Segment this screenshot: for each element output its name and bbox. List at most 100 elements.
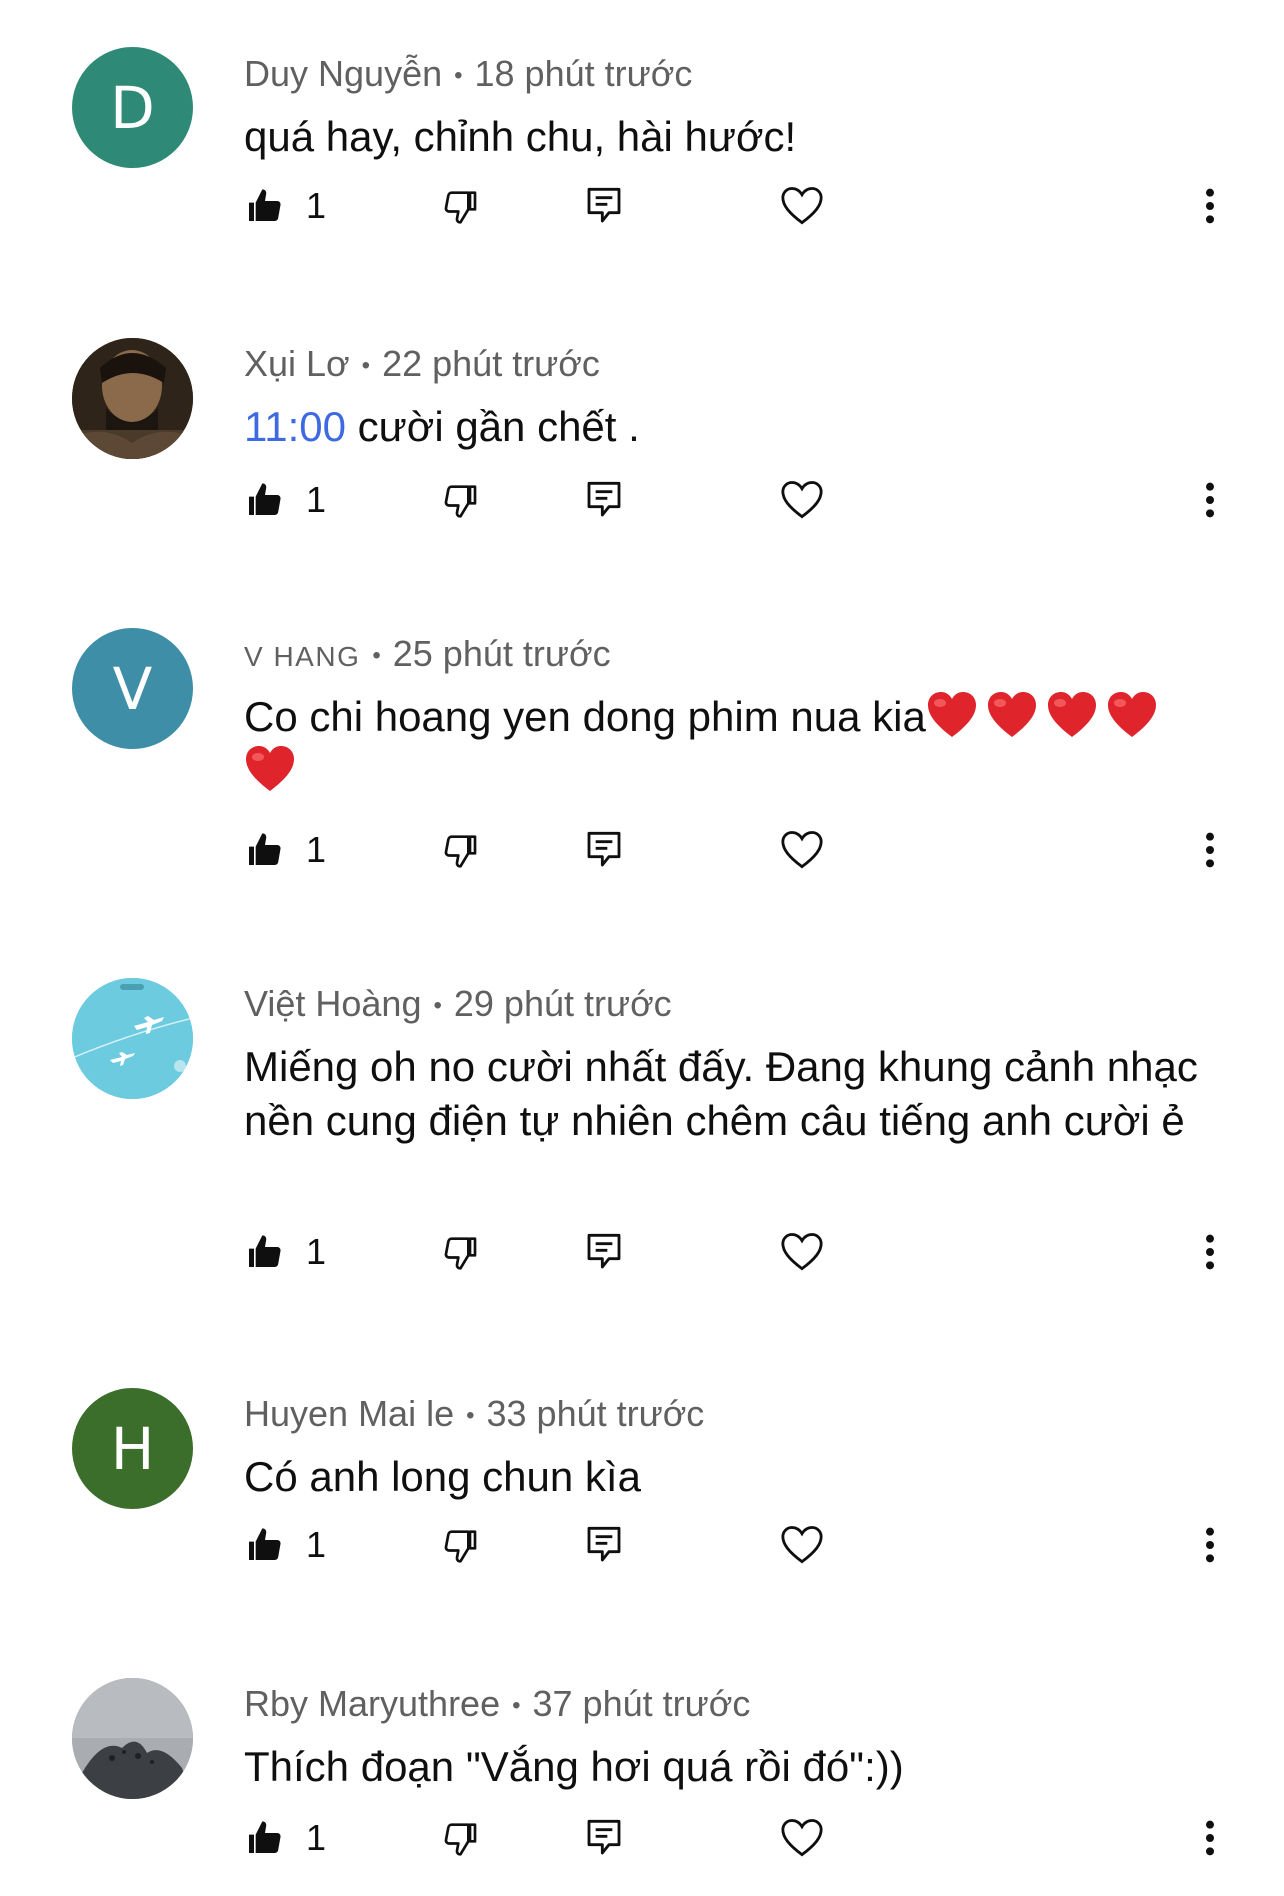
comment-text: Miếng oh no cười nhất đấy. Đang khung cả…: [244, 1043, 1198, 1144]
author-name[interactable]: Duy Nguyễn: [244, 53, 442, 94]
comment-body: Việt Hoàng • 29 phút trước Miếng oh no cườ…: [244, 982, 1204, 1148]
reply-icon: [587, 481, 621, 517]
comment: Xụi Lơ • 22 phút trước 11:00 cười gần chết…: [0, 290, 1284, 580]
separator-dot: •: [361, 352, 371, 379]
comment-actions: 1: [244, 176, 1234, 236]
dislike-button[interactable]: [440, 1808, 480, 1868]
avatar[interactable]: V: [72, 628, 193, 749]
dislike-button[interactable]: [440, 470, 480, 530]
like-button[interactable]: 1: [244, 470, 326, 530]
red-heart-emoji-icon: [987, 692, 1036, 737]
reply-button[interactable]: [584, 820, 624, 880]
dislike-button[interactable]: [440, 176, 480, 236]
avatar-image: [72, 978, 193, 1099]
avatar[interactable]: D: [72, 47, 193, 168]
reply-button[interactable]: [584, 1222, 624, 1282]
avatar[interactable]: [72, 338, 193, 459]
more-options-button[interactable]: [1204, 1222, 1216, 1282]
heart-button[interactable]: [780, 820, 824, 880]
more-options-button[interactable]: [1204, 176, 1216, 236]
reply-icon: [587, 1819, 621, 1855]
reply-icon: [587, 1526, 621, 1562]
comment-time[interactable]: 22 phút trước: [382, 343, 600, 384]
avatar-letter: D: [110, 73, 155, 142]
comment: H Huyen Mai le • 33 phút trước Có anh long…: [0, 1340, 1284, 1630]
like-button[interactable]: 1: [244, 1515, 326, 1575]
dislike-button[interactable]: [440, 820, 480, 880]
reply-icon: [587, 1233, 621, 1269]
author-name[interactable]: Việt Hoàng: [244, 983, 421, 1024]
dislike-button[interactable]: [440, 1515, 480, 1575]
more-options-icon: [1206, 188, 1214, 224]
comment-actions: 1: [244, 1515, 1234, 1575]
like-count: 1: [306, 829, 327, 870]
more-options-button[interactable]: [1204, 1808, 1216, 1868]
more-options-button[interactable]: [1204, 470, 1216, 530]
like-icon: [249, 833, 281, 865]
more-options-button[interactable]: [1204, 820, 1216, 880]
like-icon: [249, 1528, 281, 1560]
heart-icon: [781, 1233, 823, 1271]
like-icon: [249, 483, 281, 515]
heart-button[interactable]: [780, 1222, 824, 1282]
heart-button[interactable]: [780, 470, 824, 530]
comment-body: Huyen Mai le • 33 phút trước Có anh long c…: [244, 1392, 1204, 1504]
comment-time[interactable]: 29 phút trước: [454, 983, 672, 1024]
comment-time[interactable]: 33 phút trước: [487, 1393, 705, 1434]
separator-dot: •: [512, 1692, 521, 1719]
comment-text: Có anh long chun kìa: [244, 1453, 641, 1500]
like-button[interactable]: 1: [244, 820, 326, 880]
heart-button[interactable]: [780, 1515, 824, 1575]
reply-button[interactable]: [584, 1515, 624, 1575]
comment-actions: 1: [244, 820, 1234, 880]
heart-icon: [781, 481, 823, 519]
dislike-icon: [444, 1823, 477, 1856]
like-count: 1: [306, 1524, 327, 1565]
dislike-button[interactable]: [440, 1222, 480, 1282]
comment-time[interactable]: 37 phút trước: [533, 1683, 751, 1724]
avatar-image: [72, 1678, 193, 1799]
timestamp-link[interactable]: 11:00: [244, 403, 346, 450]
like-button[interactable]: 1: [244, 176, 326, 236]
reply-button[interactable]: [584, 470, 624, 530]
dislike-icon: [444, 191, 477, 224]
reply-button[interactable]: [584, 176, 624, 236]
author-name[interactable]: Xụi Lơ: [244, 343, 350, 384]
more-options-icon: [1206, 482, 1214, 518]
separator-dot: •: [433, 992, 442, 1019]
comment-meta: Xụi Lơ • 22 phút trước: [244, 342, 1204, 386]
author-name[interactable]: Rby Maryuthree: [244, 1683, 500, 1724]
comment-text: quá hay, chỉnh chu, hài hước!: [244, 113, 797, 160]
comment-body: Duy Nguyễn • 18 phút trước quá hay, chỉnh …: [244, 52, 1204, 164]
like-button[interactable]: 1: [244, 1808, 326, 1868]
comment-time[interactable]: 25 phút trước: [393, 633, 611, 674]
comment: D Duy Nguyễn • 18 phút trước quá hay, chỉn…: [0, 0, 1284, 290]
comment-text: Co chi hoang yen dong phim nua kia: [244, 690, 1204, 798]
reply-button[interactable]: [584, 1808, 624, 1868]
dislike-icon: [444, 835, 477, 868]
avatar[interactable]: [72, 1678, 193, 1799]
comment-time[interactable]: 18 phút trước: [475, 53, 693, 94]
like-count: 1: [306, 185, 327, 226]
like-button[interactable]: 1: [244, 1222, 326, 1282]
like-count: 1: [306, 479, 327, 520]
author-name[interactable]: Huyen Mai le: [244, 1393, 454, 1434]
avatar[interactable]: [72, 978, 193, 1099]
author-name[interactable]: V HANG: [244, 641, 360, 672]
more-options-icon: [1206, 832, 1214, 868]
comment-meta: Việt Hoàng • 29 phút trước: [244, 982, 1204, 1026]
separator-dot: •: [372, 642, 381, 669]
comment-text: 11:00 cười gần chết .: [244, 400, 1204, 454]
avatar-photo: [72, 338, 193, 459]
comment-meta: Huyen Mai le • 33 phút trước: [244, 1392, 1204, 1436]
comment-actions: 1: [244, 470, 1234, 530]
avatar-letter: H: [110, 1414, 155, 1483]
avatar[interactable]: H: [72, 1388, 193, 1509]
comment-actions: 1: [244, 1808, 1234, 1868]
dislike-icon: [444, 1237, 477, 1270]
more-options-button[interactable]: [1204, 1515, 1216, 1575]
comment-body: V HANG • 25 phút trước Co chi hoang yen do…: [244, 632, 1204, 798]
comment-text-content: Co chi hoang yen dong phim nua kia: [244, 693, 926, 740]
heart-button[interactable]: [780, 176, 824, 236]
heart-button[interactable]: [780, 1808, 824, 1868]
